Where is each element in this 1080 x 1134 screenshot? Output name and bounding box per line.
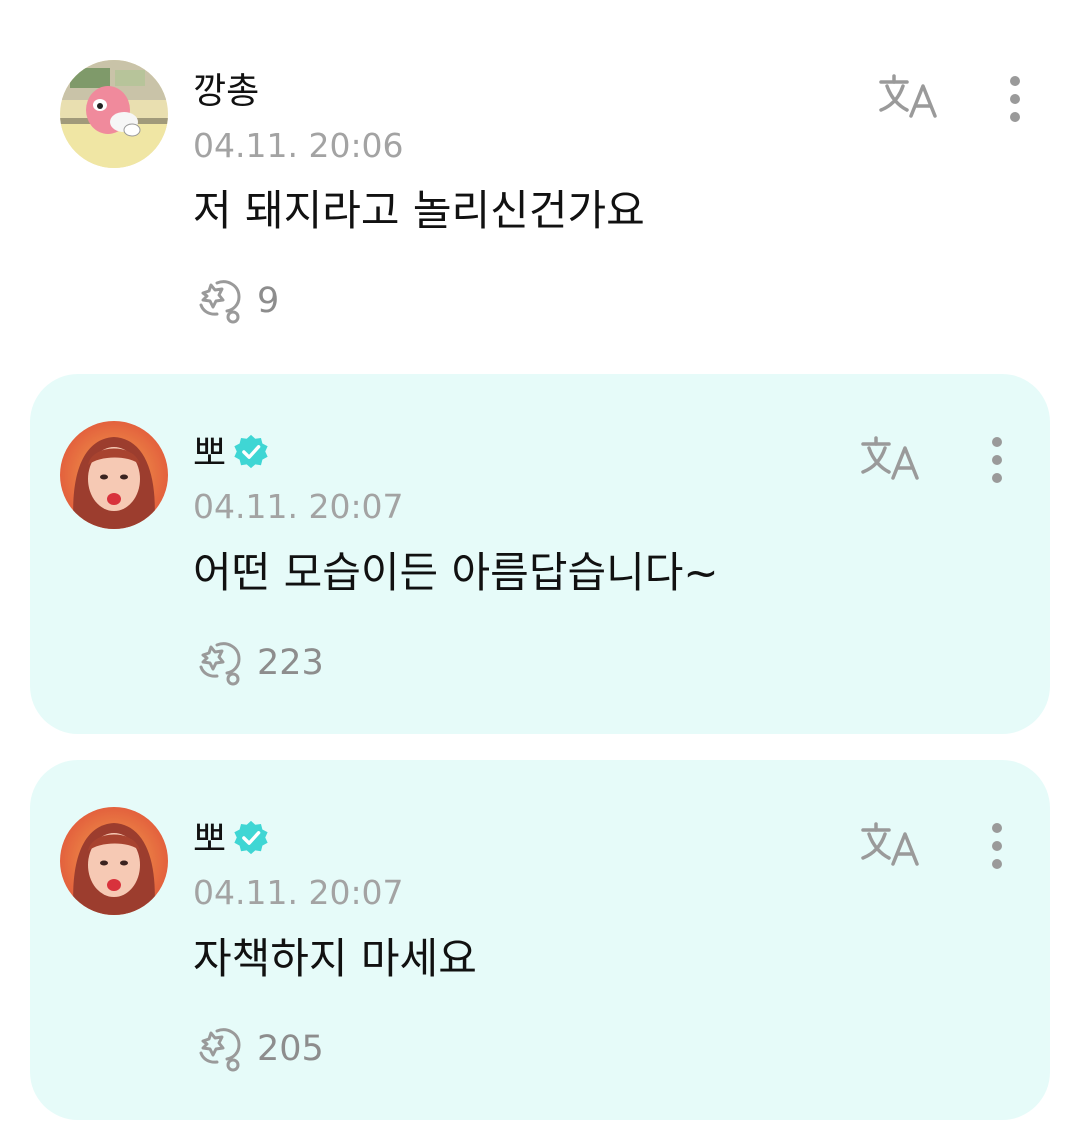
comment-author[interactable]: 뽀 <box>193 818 270 862</box>
more-options-icon <box>992 437 1002 483</box>
translate-icon <box>861 436 919 480</box>
more-options-button[interactable] <box>982 434 1012 490</box>
comment-date: 04.11. 20:07 <box>193 873 404 912</box>
translate-button[interactable] <box>859 434 923 486</box>
comment-item: 깡총 04.11. 20:06 저 돼지라고 놀리신건가요 9 <box>0 0 1080 370</box>
verified-badge-icon <box>234 434 268 469</box>
avatar[interactable] <box>60 807 168 915</box>
like-count: 9 <box>257 281 280 321</box>
comment-author[interactable]: 깡총 <box>193 70 259 114</box>
like-icon <box>199 280 241 324</box>
comment-text: 어떤 모습이든 아름답습니다~ <box>193 548 719 597</box>
like-button[interactable]: 223 <box>193 638 324 688</box>
comment-item: 뽀 04.11. 20:07 자책하지 마세요 205 <box>0 760 1080 1120</box>
more-options-icon <box>992 823 1002 869</box>
verified-badge-icon <box>234 820 268 855</box>
like-count: 223 <box>257 643 324 683</box>
like-icon <box>199 642 241 686</box>
more-options-button[interactable] <box>982 820 1012 876</box>
comment-author[interactable]: 뽀 <box>193 432 270 476</box>
translate-icon <box>879 74 937 118</box>
like-button[interactable]: 9 <box>193 276 279 326</box>
comment-date: 04.11. 20:07 <box>193 487 404 526</box>
more-options-icon <box>1010 76 1020 122</box>
author-name: 뽀 <box>193 819 227 860</box>
more-options-button[interactable] <box>1000 73 1030 129</box>
avatar[interactable] <box>60 60 168 168</box>
translate-button[interactable] <box>877 72 941 124</box>
like-icon <box>199 1028 241 1072</box>
author-name: 뽀 <box>193 433 227 474</box>
comment-text: 저 돼지라고 놀리신건가요 <box>193 186 645 235</box>
avatar[interactable] <box>60 421 168 529</box>
like-button[interactable]: 205 <box>193 1024 324 1074</box>
comment-highlight-background <box>30 760 1050 1120</box>
comment-date: 04.11. 20:06 <box>193 126 404 165</box>
translate-icon <box>861 822 919 866</box>
comment-text: 자책하지 마세요 <box>193 934 477 983</box>
comment-item: 뽀 04.11. 20:07 어떤 모습이든 아름답습니다~ 223 <box>0 374 1080 734</box>
like-count: 205 <box>257 1029 324 1069</box>
author-name: 깡총 <box>193 71 260 112</box>
translate-button[interactable] <box>859 820 923 872</box>
